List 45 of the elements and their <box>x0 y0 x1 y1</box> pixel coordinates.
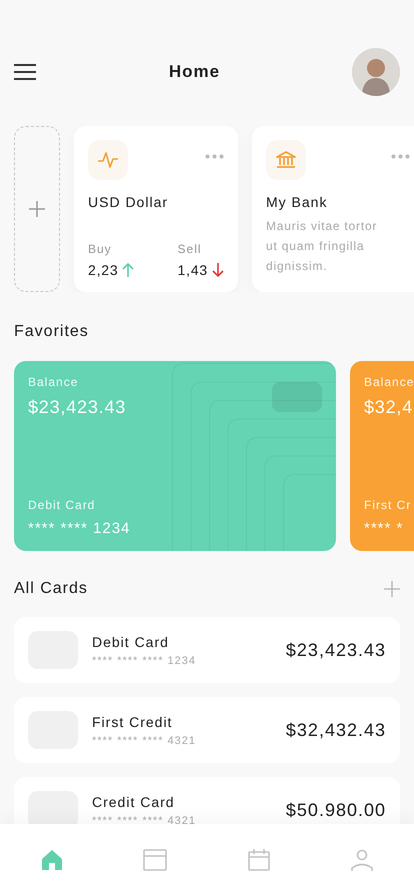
card-title: My Bank <box>266 194 328 210</box>
bank-icon <box>276 151 296 169</box>
page-title: Home <box>168 62 220 82</box>
card-name: First Credit <box>92 714 174 730</box>
balance-amount: $32,4 <box>364 397 414 418</box>
rate-label: Buy <box>88 242 113 256</box>
chip-icon <box>272 382 322 412</box>
currency-card[interactable]: USD Dollar Buy 2,23 Sell 1,43 <box>74 126 238 292</box>
plus-icon <box>29 201 45 217</box>
rate-value: 2,23 <box>88 262 118 278</box>
balance-label: Balance <box>28 375 80 389</box>
card-row[interactable]: Credit Card **** **** **** 4321 $50.980.00 <box>14 777 400 824</box>
section-title: Favorites <box>14 322 90 342</box>
balance-amount: $23,423.43 <box>28 397 128 418</box>
card-title: USD Dollar <box>88 194 170 210</box>
pulse-icon <box>97 151 119 169</box>
card-number: **** * <box>364 520 404 537</box>
card-amount: $23,423.43 <box>286 640 386 660</box>
card-row[interactable]: Debit Card **** **** **** 1234 $23,423.43 <box>14 617 400 683</box>
menu-icon[interactable] <box>13 62 37 82</box>
bank-card[interactable]: My Bank Mauris vitae tortor ut quam fringilla dignissim. <box>252 126 414 292</box>
rate-value: 1,43 <box>178 262 208 278</box>
card-number: **** **** **** 4321 <box>92 814 198 824</box>
add-button[interactable] <box>384 581 400 597</box>
plus-icon <box>384 581 400 597</box>
card-name: First Cr <box>364 498 412 512</box>
card-amount: $50.980.00 <box>286 800 386 820</box>
card-name: Debit Card <box>28 498 96 512</box>
more-button[interactable] <box>205 154 224 159</box>
more-icon <box>391 154 410 159</box>
balance-label: Balance <box>364 375 414 389</box>
card-name: Credit Card <box>92 794 176 810</box>
section-title: All Cards <box>14 580 88 598</box>
card-name: Debit Card <box>92 634 170 650</box>
card-description: Mauris vitae tortor ut quam fringilla dignissim. <box>266 218 378 275</box>
avatar[interactable] <box>352 48 400 96</box>
card-number: **** **** **** 4321 <box>92 734 198 746</box>
rate-label: Sell <box>178 242 203 256</box>
more-button[interactable] <box>391 154 410 159</box>
add-card-button[interactable] <box>14 126 60 292</box>
card-amount: $32,432.43 <box>286 720 386 740</box>
card-row[interactable]: First Credit **** **** **** 4321 $32,432.43 <box>14 697 400 763</box>
more-icon <box>205 154 224 159</box>
card-number: **** **** 1234 <box>28 520 132 537</box>
card-number: **** **** **** 1234 <box>92 654 198 666</box>
